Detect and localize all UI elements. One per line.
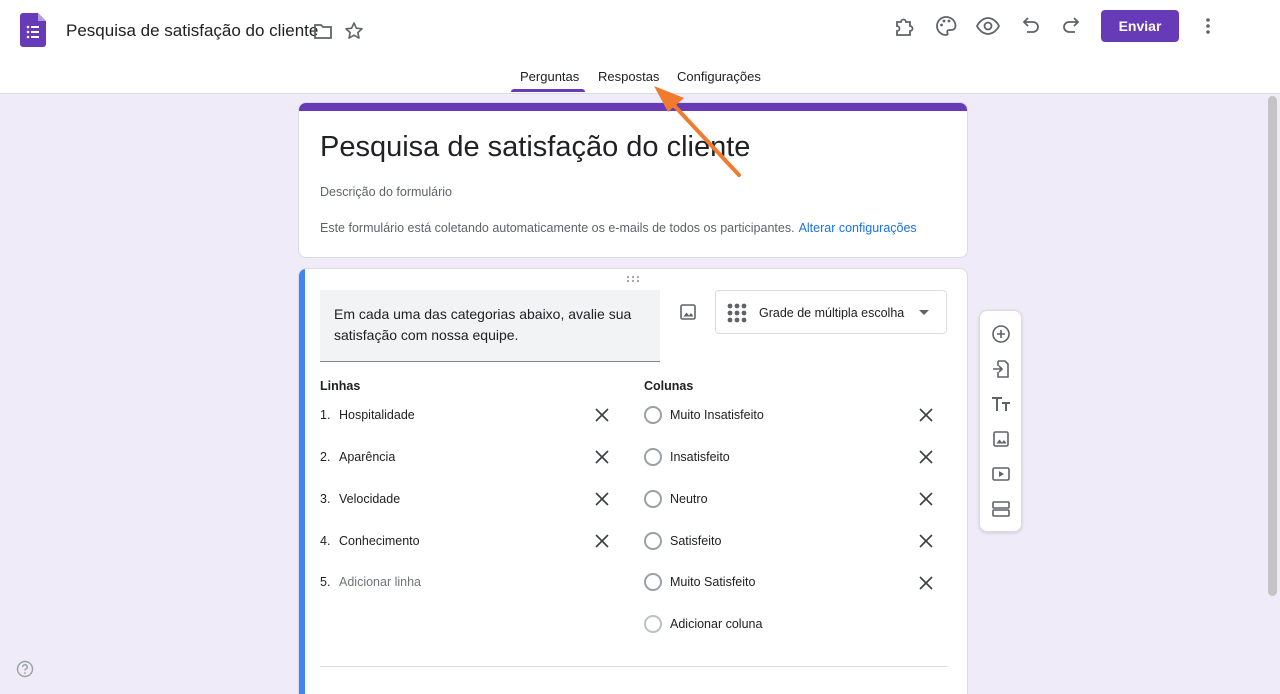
row-label[interactable]: Velocidade: [339, 492, 400, 506]
preview-eye-icon[interactable]: [975, 13, 1001, 39]
form-description-field[interactable]: Descrição do formulário: [320, 185, 452, 199]
row-number: 3.: [320, 492, 331, 506]
grid-row-item[interactable]: 3. Velocidade: [320, 489, 620, 511]
grid-column-item[interactable]: Muito Satisfeito: [644, 572, 944, 594]
undo-icon[interactable]: [1017, 13, 1043, 39]
remove-row-icon[interactable]: [594, 449, 610, 465]
more-vert-icon[interactable]: [1195, 13, 1221, 39]
grid-column-item[interactable]: Satisfeito: [644, 531, 944, 553]
redo-icon[interactable]: [1059, 13, 1085, 39]
remove-row-icon[interactable]: [594, 491, 610, 507]
add-column-item[interactable]: Adicionar coluna: [644, 614, 944, 636]
question-text-input[interactable]: Em cada uma das categorias abaixo, avali…: [320, 290, 660, 362]
question-footer-divider: [320, 666, 947, 667]
column-label[interactable]: Satisfeito: [670, 534, 721, 548]
grid-column-item[interactable]: Insatisfeito: [644, 447, 944, 469]
question-text: Em cada uma das categorias abaixo, avali…: [334, 306, 632, 343]
remove-column-icon[interactable]: [918, 407, 934, 423]
add-title-icon[interactable]: [990, 393, 1012, 415]
remove-column-icon[interactable]: [918, 449, 934, 465]
radio-circle: [644, 448, 662, 466]
form-title[interactable]: Pesquisa de satisfação do cliente: [320, 131, 750, 164]
grid-column-item[interactable]: Neutro: [644, 489, 944, 511]
column-label[interactable]: Muito Satisfeito: [670, 575, 755, 589]
import-questions-icon[interactable]: [990, 358, 1012, 380]
remove-column-icon[interactable]: [918, 575, 934, 591]
document-title[interactable]: Pesquisa de satisfação do cliente: [66, 21, 318, 41]
send-button[interactable]: Enviar: [1101, 10, 1179, 42]
row-label[interactable]: Aparência: [339, 450, 395, 464]
addon-puzzle-icon[interactable]: [891, 13, 917, 39]
question-type-dropdown[interactable]: Grade de múltipla escolha: [715, 290, 947, 334]
change-settings-link[interactable]: Alterar configurações: [799, 221, 917, 235]
row-label[interactable]: Hospitalidade: [339, 408, 415, 422]
row-number: 5.: [320, 575, 331, 589]
question-type-label: Grade de múltipla escolha: [759, 306, 905, 320]
email-collection-note: Este formulário está coletando automatic…: [320, 221, 917, 235]
tab-bar: Perguntas Respostas Configurações: [0, 62, 1280, 94]
row-label[interactable]: Conhecimento: [339, 534, 420, 548]
forms-logo-icon[interactable]: [20, 13, 46, 47]
tab-respostas[interactable]: Respostas: [598, 69, 659, 84]
column-label[interactable]: Muito Insatisfeito: [670, 408, 764, 422]
grid-row-item[interactable]: 1. Hospitalidade: [320, 405, 620, 427]
column-label[interactable]: Neutro: [670, 492, 708, 506]
tab-perguntas[interactable]: Perguntas: [520, 69, 579, 84]
email-note-text: Este formulário está coletando automatic…: [320, 221, 795, 235]
tab-configuracoes[interactable]: Configurações: [677, 69, 761, 84]
radio-circle: [644, 615, 662, 633]
grid-row-item[interactable]: 2. Aparência: [320, 447, 620, 469]
row-number: 2.: [320, 450, 331, 464]
active-tab-indicator: [511, 89, 585, 92]
add-image-icon[interactable]: [677, 301, 699, 323]
grid-icon: [727, 303, 747, 323]
theme-accent-bar: [299, 103, 967, 111]
grid-column-item[interactable]: Muito Insatisfeito: [644, 405, 944, 427]
folder-icon[interactable]: [312, 20, 334, 42]
row-number: 4.: [320, 534, 331, 548]
star-icon[interactable]: [343, 20, 365, 42]
grid-row-item[interactable]: 4. Conhecimento: [320, 531, 620, 553]
form-title-card: Pesquisa de satisfação do cliente Descri…: [298, 102, 968, 258]
palette-icon[interactable]: [933, 13, 959, 39]
add-video-icon[interactable]: [990, 463, 1012, 485]
column-label[interactable]: Insatisfeito: [670, 450, 730, 464]
add-question-icon[interactable]: [990, 323, 1012, 345]
app-header: Pesquisa de satisfação do cliente Enviar…: [0, 0, 1280, 94]
radio-circle: [644, 573, 662, 591]
remove-row-icon[interactable]: [594, 533, 610, 549]
rows-heading: Linhas: [320, 379, 361, 393]
floating-toolbar: [979, 310, 1022, 532]
help-icon[interactable]: [16, 660, 34, 678]
radio-circle: [644, 406, 662, 424]
remove-column-icon[interactable]: [918, 491, 934, 507]
columns-heading: Colunas: [644, 379, 694, 393]
dropdown-caret-icon: [919, 310, 929, 315]
add-column-label[interactable]: Adicionar coluna: [670, 617, 762, 631]
add-row-label[interactable]: Adicionar linha: [339, 575, 421, 589]
question-card[interactable]: Em cada uma das categorias abaixo, avali…: [298, 268, 968, 694]
radio-circle: [644, 490, 662, 508]
drag-handle-icon[interactable]: [626, 275, 640, 283]
remove-row-icon[interactable]: [594, 407, 610, 423]
row-number: 1.: [320, 408, 331, 422]
add-section-icon[interactable]: [990, 498, 1012, 520]
active-question-indicator: [299, 269, 305, 694]
add-image-icon[interactable]: [990, 428, 1012, 450]
page-scrollbar[interactable]: [1268, 96, 1277, 596]
remove-column-icon[interactable]: [918, 533, 934, 549]
radio-circle: [644, 532, 662, 550]
add-row-item[interactable]: 5. Adicionar linha: [320, 572, 620, 594]
